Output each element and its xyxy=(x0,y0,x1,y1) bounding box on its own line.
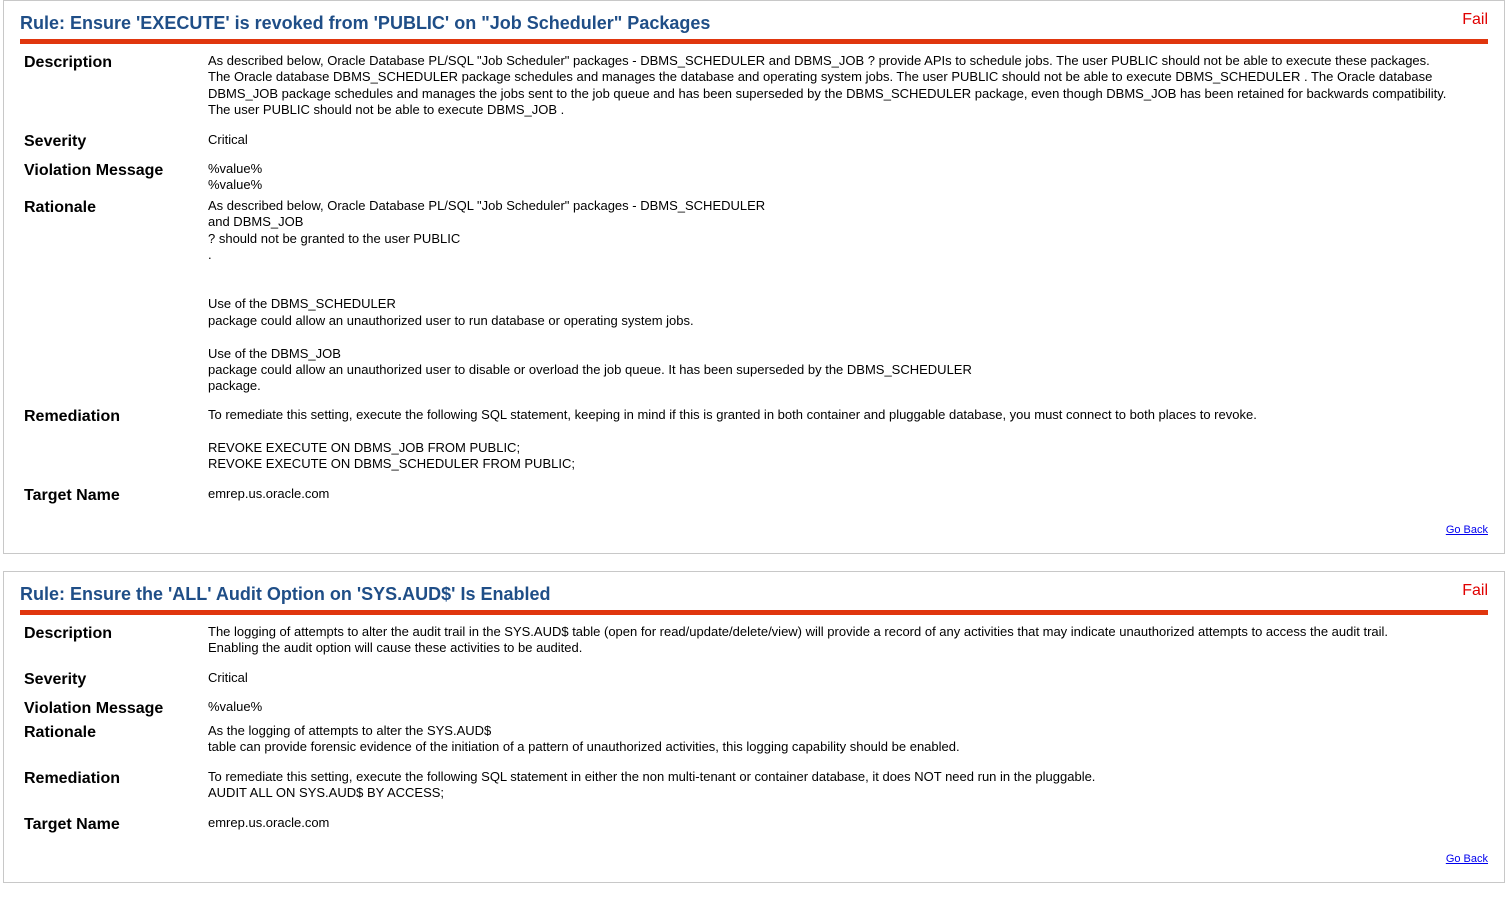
violation-message-label: Violation Message xyxy=(24,700,164,717)
severity-value: Critical xyxy=(208,670,248,685)
violation-message-value: %value% xyxy=(208,699,263,714)
rationale-value: As described below, Oracle Database PL/S… xyxy=(208,198,972,394)
remediation-value: To remediate this setting, execute the f… xyxy=(208,407,1257,472)
rule-status-badge: Fail xyxy=(1462,11,1488,28)
rule-title: Rule: Ensure the 'ALL' Audit Option on '… xyxy=(20,584,551,604)
rationale-value: As the logging of attempts to alter the … xyxy=(208,723,960,755)
rule-card: Rule: Ensure the 'ALL' Audit Option on '… xyxy=(3,571,1505,883)
go-back-link[interactable]: Go Back xyxy=(1446,524,1488,536)
remediation-label: Remediation xyxy=(24,770,121,787)
rationale-label: Rationale xyxy=(24,199,97,216)
description-value: The logging of attempts to alter the aud… xyxy=(208,624,1389,656)
rule-header: Rule: Ensure the 'ALL' Audit Option on '… xyxy=(20,580,1488,615)
rule-title: Rule: Ensure 'EXECUTE' is revoked from '… xyxy=(20,13,711,33)
violation-message-value: %value% %value% xyxy=(208,161,263,193)
remediation-label: Remediation xyxy=(24,408,121,425)
target-name-value: emrep.us.oracle.com xyxy=(208,486,330,501)
rationale-label: Rationale xyxy=(24,724,97,741)
target-name-value: emrep.us.oracle.com xyxy=(208,815,330,830)
rule-header: Rule: Ensure 'EXECUTE' is revoked from '… xyxy=(20,9,1488,44)
target-name-label: Target Name xyxy=(24,487,120,504)
severity-value: Critical xyxy=(208,132,248,147)
description-value: As described below, Oracle Database PL/S… xyxy=(208,53,1447,118)
rule-status-badge: Fail xyxy=(1462,582,1488,599)
severity-label: Severity xyxy=(24,133,87,150)
go-back-link[interactable]: Go Back xyxy=(1446,853,1488,865)
remediation-value: To remediate this setting, execute the f… xyxy=(208,769,1096,801)
severity-label: Severity xyxy=(24,671,87,688)
description-label: Description xyxy=(24,54,113,71)
rule-card: Rule: Ensure 'EXECUTE' is revoked from '… xyxy=(3,0,1505,554)
violation-message-label: Violation Message xyxy=(24,162,164,179)
target-name-label: Target Name xyxy=(24,816,120,833)
description-label: Description xyxy=(24,625,113,642)
